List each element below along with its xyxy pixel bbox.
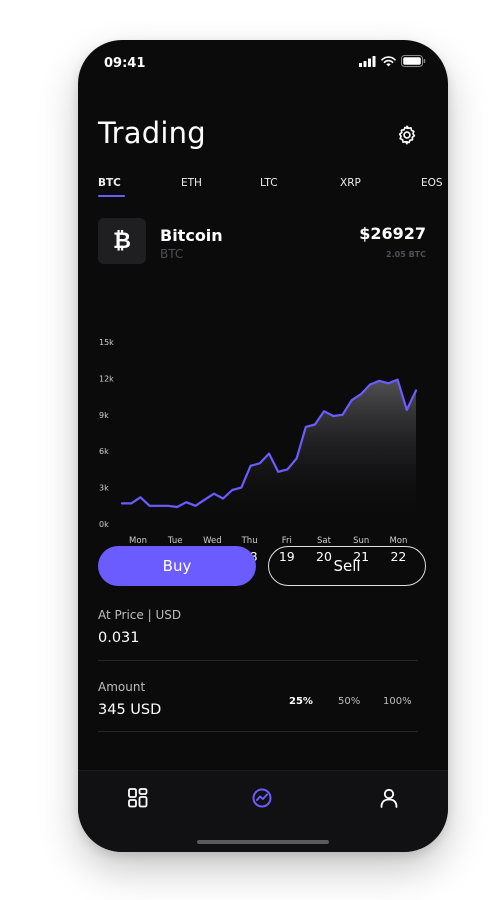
y-tick-label: 3k bbox=[99, 484, 109, 493]
settings-gear-icon[interactable] bbox=[396, 124, 418, 146]
coin-tabs: BTC ETH LTC XRP EOS bbox=[98, 177, 448, 201]
x-tick-weekday: Mon bbox=[129, 536, 147, 546]
status-time: 09:41 bbox=[104, 56, 146, 71]
x-tick-weekday: Mon bbox=[389, 536, 407, 546]
profile-icon[interactable] bbox=[376, 785, 402, 811]
percent-25-option[interactable]: 25% bbox=[289, 696, 313, 707]
status-icons bbox=[359, 55, 426, 67]
tab-ltc[interactable]: LTC bbox=[260, 177, 278, 189]
tab-eth[interactable]: ETH bbox=[181, 177, 202, 189]
divider bbox=[98, 660, 418, 661]
amount-value[interactable]: 345 USD bbox=[98, 702, 161, 718]
coin-price: $26927 bbox=[359, 224, 426, 243]
y-tick-label: 12k bbox=[99, 374, 114, 383]
percent-100-option[interactable]: 100% bbox=[383, 696, 412, 707]
x-tick-weekday: Tue bbox=[167, 536, 183, 546]
sell-button[interactable]: Sell bbox=[268, 546, 426, 586]
bitcoin-logo-icon: ₿ bbox=[98, 218, 146, 264]
trading-chart-icon[interactable] bbox=[249, 785, 275, 811]
price-chart: 15k12k9k6k3k0k Mon15Tue16Wed17Thu18Fri19… bbox=[99, 338, 418, 564]
tab-btc[interactable]: BTC bbox=[98, 177, 121, 189]
home-indicator bbox=[197, 840, 329, 844]
x-tick-weekday: Thu bbox=[241, 536, 258, 546]
divider bbox=[98, 731, 418, 732]
signal-icon bbox=[359, 55, 376, 67]
price-area-fill bbox=[122, 379, 416, 524]
dashboard-icon[interactable] bbox=[125, 785, 151, 811]
buy-button[interactable]: Buy bbox=[98, 546, 256, 586]
y-tick-label: 15k bbox=[99, 338, 114, 347]
phone-screen: 09:41 Trading BTC ETH LTC XRP EOS ₿ Bitc… bbox=[78, 40, 448, 852]
active-tab-indicator bbox=[98, 195, 125, 197]
coin-holding: 2.05 BTC bbox=[386, 250, 426, 259]
x-tick-weekday: Fri bbox=[282, 536, 292, 546]
coin-name: Bitcoin bbox=[160, 226, 223, 245]
page-title: Trading bbox=[98, 116, 206, 150]
status-bar: 09:41 bbox=[78, 40, 448, 88]
x-tick-weekday: Sun bbox=[353, 536, 369, 546]
percent-50-option[interactable]: 50% bbox=[338, 696, 360, 707]
at-price-label: At Price | USD bbox=[98, 608, 182, 622]
tab-xrp[interactable]: XRP bbox=[340, 177, 361, 189]
y-tick-label: 9k bbox=[99, 411, 109, 420]
wifi-icon bbox=[381, 55, 396, 66]
at-price-value[interactable]: 0.031 bbox=[98, 630, 140, 646]
coin-symbol: BTC bbox=[160, 247, 184, 261]
x-tick-weekday: Sat bbox=[317, 536, 332, 546]
y-tick-label: 0k bbox=[99, 520, 109, 529]
x-tick-weekday: Wed bbox=[203, 536, 222, 546]
amount-label: Amount bbox=[98, 680, 146, 694]
battery-icon bbox=[401, 55, 426, 67]
y-tick-label: 6k bbox=[99, 447, 109, 456]
tab-eos[interactable]: EOS bbox=[421, 177, 443, 189]
